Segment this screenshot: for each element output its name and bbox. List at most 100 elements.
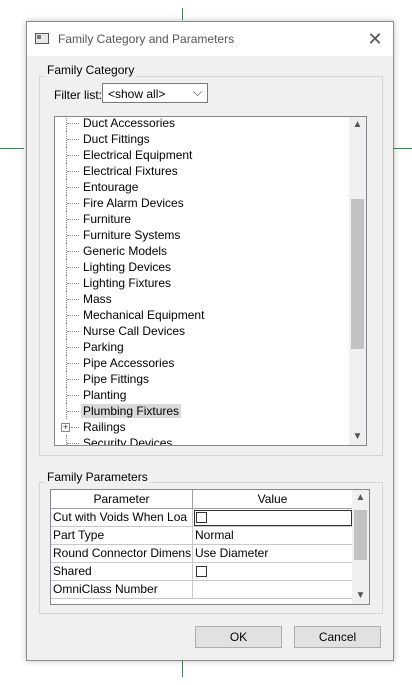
window-app-icon: [35, 33, 49, 44]
category-item-label: Mechanical Equipment: [83, 308, 205, 322]
column-header-parameter[interactable]: Parameter: [51, 490, 193, 509]
tree-connector: [67, 379, 79, 380]
category-item[interactable]: Lighting Devices: [55, 259, 350, 275]
parameter-name-cell: Round Connector Dimens: [51, 545, 193, 563]
family-category-dialog: Family Category and Parameters ✕ Family …: [26, 21, 394, 661]
scroll-down-icon[interactable]: ▼: [352, 588, 369, 604]
category-item[interactable]: Duct Accessories: [55, 116, 350, 131]
dialog-title: Family Category and Parameters: [58, 32, 235, 46]
parameter-name-cell: OmniClass Number: [51, 581, 193, 599]
scroll-up-icon[interactable]: ▲: [349, 117, 366, 133]
parameter-row[interactable]: Part Type Normal: [51, 527, 353, 545]
category-item[interactable]: Mechanical Equipment: [55, 307, 350, 323]
category-item[interactable]: Pipe Fittings: [55, 371, 350, 387]
family-parameters-label: Family Parameters: [45, 470, 150, 484]
parameter-value-cell[interactable]: [193, 581, 353, 599]
scroll-up-icon[interactable]: ▲: [352, 490, 369, 506]
category-item-label: Nurse Call Devices: [83, 324, 186, 338]
tree-connector: [67, 299, 79, 300]
category-item[interactable]: Furniture Systems: [55, 227, 350, 243]
column-header-value[interactable]: Value: [193, 490, 353, 509]
category-item[interactable]: Lighting Fixtures: [55, 275, 350, 291]
parameter-name-cell: Part Type: [51, 527, 193, 545]
cancel-button[interactable]: Cancel: [294, 626, 381, 648]
filter-list-dropdown[interactable]: <show all> ⌵: [102, 83, 208, 103]
tree-connector: [67, 267, 79, 268]
tree-connector: [67, 395, 79, 396]
category-item[interactable]: Nurse Call Devices: [55, 323, 350, 339]
category-item-label: Railings: [83, 420, 126, 434]
category-item[interactable]: Generic Models: [55, 243, 350, 259]
parameter-row[interactable]: Shared: [51, 563, 353, 581]
close-icon: ✕: [367, 29, 383, 49]
parameter-value-cell[interactable]: Use Diameter: [193, 545, 353, 563]
category-item-label: Pipe Accessories: [83, 356, 175, 370]
category-item-label: Generic Models: [83, 244, 168, 258]
parameter-value-cell[interactable]: [193, 509, 353, 527]
tree-connector: [67, 315, 79, 316]
category-item-label: Planting: [83, 388, 127, 402]
parameter-checkbox[interactable]: [196, 566, 207, 577]
category-item-label: Furniture: [83, 212, 132, 226]
parameters-grid[interactable]: Parameter Value Cut with Voids When Loa P…: [50, 489, 370, 605]
tree-connector: [67, 235, 79, 236]
category-item[interactable]: Fire Alarm Devices: [55, 195, 350, 211]
category-item[interactable]: Entourage: [55, 179, 350, 195]
category-item[interactable]: Parking: [55, 339, 350, 355]
category-item[interactable]: Planting: [55, 387, 350, 403]
category-item-label: Duct Fittings: [83, 132, 150, 146]
tree-connector: [67, 203, 79, 204]
tree-connector: [67, 347, 79, 348]
tree-connector: [66, 435, 67, 445]
category-item[interactable]: Electrical Fixtures: [55, 163, 350, 179]
category-item-label: Duct Accessories: [83, 116, 176, 130]
category-item-label: Security Devices: [83, 436, 173, 446]
category-item-label: Furniture Systems: [83, 228, 181, 242]
category-item-label: Electrical Equipment: [83, 148, 193, 162]
tree-connector: [67, 363, 79, 364]
guide-line-top: [182, 8, 183, 20]
parameter-value-cell[interactable]: Normal: [193, 527, 353, 545]
category-item-label: Fire Alarm Devices: [83, 196, 184, 210]
title-bar[interactable]: Family Category and Parameters ✕: [27, 22, 393, 56]
tree-connector: [67, 155, 79, 156]
parameters-grid-scrollbar[interactable]: ▲ ▼: [352, 490, 369, 604]
category-item-label: Plumbing Fixtures: [81, 404, 182, 418]
category-tree[interactable]: Security Devices + Railings Plumbing Fixtur…: [54, 116, 367, 446]
tree-connector: [67, 187, 79, 188]
category-item-label: Pipe Fittings: [83, 372, 150, 386]
category-item-label: Electrical Fixtures: [83, 164, 178, 178]
category-item-label: Lighting Fixtures: [83, 276, 172, 290]
category-item-label: Mass: [83, 292, 112, 306]
scrollbar-thumb[interactable]: [354, 510, 367, 560]
tree-connector: [67, 331, 79, 332]
guide-line-bottom: [182, 661, 183, 677]
close-button[interactable]: ✕: [365, 29, 385, 49]
parameter-checkbox[interactable]: [196, 512, 207, 523]
category-item[interactable]: Pipe Accessories: [55, 355, 350, 371]
tree-connector: [67, 123, 79, 124]
filter-list-value: <show all>: [108, 87, 166, 101]
category-item[interactable]: Duct Fittings: [55, 131, 350, 147]
tree-connector: [67, 171, 79, 172]
category-item[interactable]: Plumbing Fixtures: [55, 403, 350, 419]
ok-button[interactable]: OK: [195, 626, 282, 648]
guide-line-left: [0, 148, 24, 149]
category-tree-scrollbar[interactable]: ▲ ▼: [349, 117, 366, 445]
tree-connector: [67, 443, 79, 444]
category-item-label: Lighting Devices: [83, 260, 172, 274]
category-item[interactable]: Electrical Equipment: [55, 147, 350, 163]
tree-connector: [71, 427, 79, 428]
parameter-row[interactable]: Round Connector Dimens Use Diameter: [51, 545, 353, 563]
category-item[interactable]: Security Devices: [55, 435, 350, 446]
scroll-down-icon[interactable]: ▼: [349, 429, 366, 445]
parameter-row[interactable]: OmniClass Number: [51, 581, 353, 599]
parameter-name-cell: Cut with Voids When Loa: [51, 509, 193, 527]
expand-plus-icon[interactable]: +: [61, 423, 70, 432]
scrollbar-thumb[interactable]: [351, 199, 364, 349]
category-item[interactable]: Furniture: [55, 211, 350, 227]
parameter-value-cell[interactable]: [193, 563, 353, 581]
parameter-row[interactable]: Cut with Voids When Loa: [51, 509, 353, 527]
category-item[interactable]: Mass: [55, 291, 350, 307]
category-item[interactable]: + Railings: [55, 419, 350, 435]
